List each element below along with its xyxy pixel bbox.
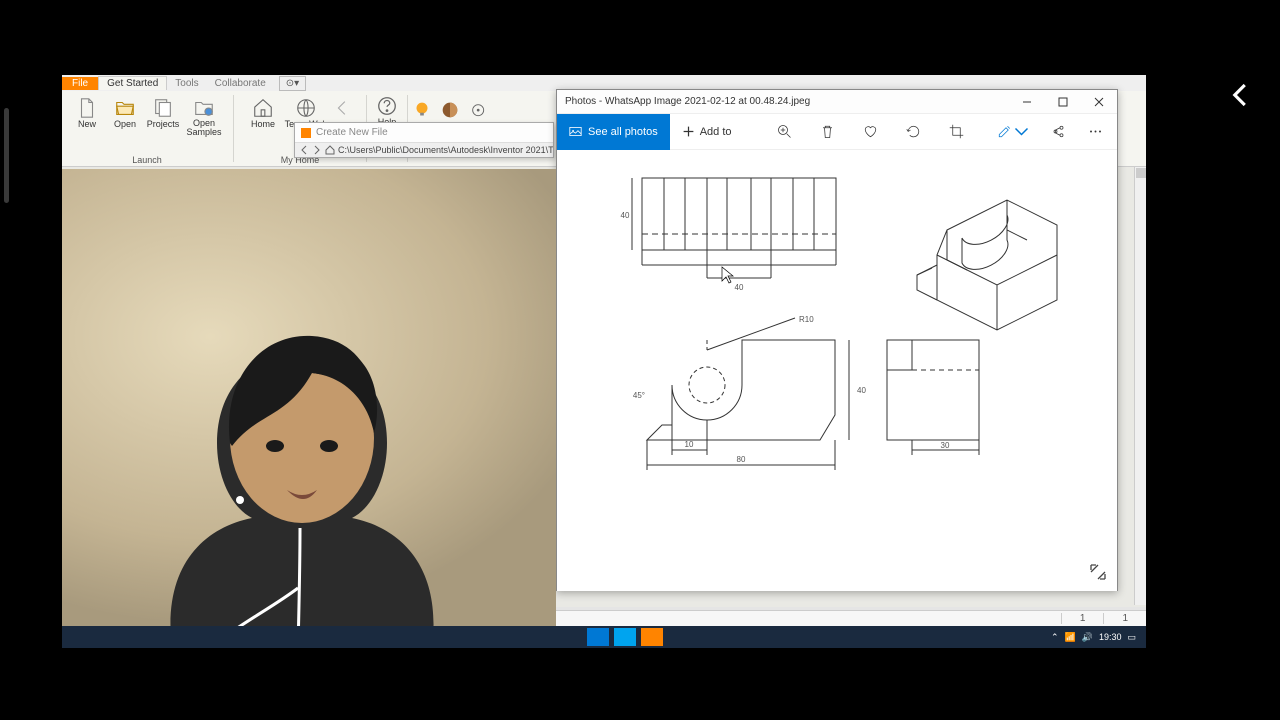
maximize-button[interactable] — [1045, 90, 1081, 114]
see-all-photos-button[interactable]: See all photos — [557, 114, 670, 150]
zoom-icon[interactable] — [777, 124, 792, 139]
rotate-icon[interactable] — [906, 124, 921, 139]
tray-wifi-icon[interactable]: 📶 — [1065, 632, 1076, 643]
tab-tools[interactable]: Tools — [167, 77, 206, 90]
device-side-indicator — [4, 108, 9, 203]
taskbar-app-2[interactable] — [614, 628, 636, 646]
edit-button[interactable] — [997, 124, 1029, 139]
nav-fwd-icon[interactable] — [312, 145, 322, 155]
open-label: Open — [114, 119, 136, 129]
tab-file[interactable]: File — [62, 77, 98, 90]
plus-icon — [682, 125, 695, 138]
photos-title-text: Photos - WhatsApp Image 2021-02-12 at 00… — [565, 96, 810, 107]
technical-drawing: 40 40 R10 45° 10 — [557, 150, 1117, 590]
photos-titlebar: Photos - WhatsApp Image 2021-02-12 at 00… — [557, 90, 1117, 114]
svg-text:40: 40 — [857, 386, 866, 395]
open-samples-label: Open Samples — [186, 119, 221, 137]
svg-text:10: 10 — [685, 440, 694, 449]
add-to-label: Add to — [700, 126, 732, 138]
svg-text:80: 80 — [737, 455, 746, 464]
inventor-scrollbar[interactable] — [1134, 167, 1146, 605]
windows-taskbar: ⌃ 📶 🔊 19:30 ▭ — [62, 626, 1146, 648]
open-button[interactable]: Open — [106, 93, 144, 137]
svg-text:45°: 45° — [633, 391, 645, 400]
more-icon[interactable] — [1088, 124, 1103, 139]
create-new-file-popup: Create New File C:\Users\Public\Document… — [294, 122, 554, 158]
tray-notification-icon[interactable]: ▭ — [1127, 632, 1136, 643]
webcam-feed — [62, 169, 556, 648]
minimize-button[interactable] — [1009, 90, 1045, 114]
tray-chevron-icon[interactable]: ⌃ — [1051, 632, 1059, 643]
popup-path: C:\Users\Public\Documents\Autodesk\Inven… — [338, 145, 553, 155]
popup-title: Create New File — [316, 127, 388, 138]
tab-dropdown[interactable]: ⊙▾ — [279, 76, 306, 91]
svg-text:30: 30 — [941, 441, 950, 450]
svg-text:40: 40 — [621, 211, 630, 220]
status-value-b: 1 — [1103, 613, 1146, 624]
projects-label: Projects — [147, 119, 180, 129]
close-button[interactable] — [1081, 90, 1117, 114]
photos-toolbar: See all photos Add to — [557, 114, 1117, 150]
taskbar-app-1[interactable] — [587, 628, 609, 646]
group-launch-label: Launch — [132, 155, 162, 165]
nav-back-icon[interactable] — [299, 145, 309, 155]
svg-text:R10: R10 — [799, 315, 814, 324]
gallery-icon — [569, 125, 582, 138]
photo-canvas: 40 40 R10 45° 10 — [557, 150, 1117, 591]
home-label: Home — [251, 119, 275, 129]
taskbar-time[interactable]: 19:30 — [1099, 632, 1122, 642]
desktop-area: File Get Started Tools Collaborate ⊙▾ Ne… — [62, 75, 1146, 648]
person-silhouette — [112, 268, 492, 648]
see-all-label: See all photos — [588, 126, 658, 138]
new-button[interactable]: New — [68, 93, 106, 137]
new-label: New — [78, 119, 96, 129]
tab-collaborate[interactable]: Collaborate — [207, 77, 274, 90]
back-chevron-icon[interactable] — [1226, 80, 1256, 110]
tray-volume-icon[interactable]: 🔊 — [1082, 632, 1093, 643]
svg-text:40: 40 — [735, 283, 744, 292]
taskbar-app-3[interactable] — [641, 628, 663, 646]
delete-icon[interactable] — [820, 124, 835, 139]
chevron-down-icon — [1014, 124, 1029, 139]
open-samples-button[interactable]: Open Samples — [182, 93, 226, 137]
share-icon[interactable] — [1051, 124, 1066, 139]
add-to-button[interactable]: Add to — [670, 125, 744, 138]
expand-icon[interactable] — [1089, 563, 1107, 581]
heart-icon[interactable] — [863, 124, 878, 139]
projects-button[interactable]: Projects — [144, 93, 182, 137]
inventor-logo-icon — [301, 128, 311, 138]
photos-window: Photos - WhatsApp Image 2021-02-12 at 00… — [556, 89, 1118, 591]
crop-icon[interactable] — [949, 124, 964, 139]
status-value-a: 1 — [1061, 613, 1104, 624]
nav-home-icon[interactable] — [325, 145, 335, 155]
home-button[interactable]: Home — [244, 93, 282, 129]
tab-get-started[interactable]: Get Started — [98, 76, 167, 90]
